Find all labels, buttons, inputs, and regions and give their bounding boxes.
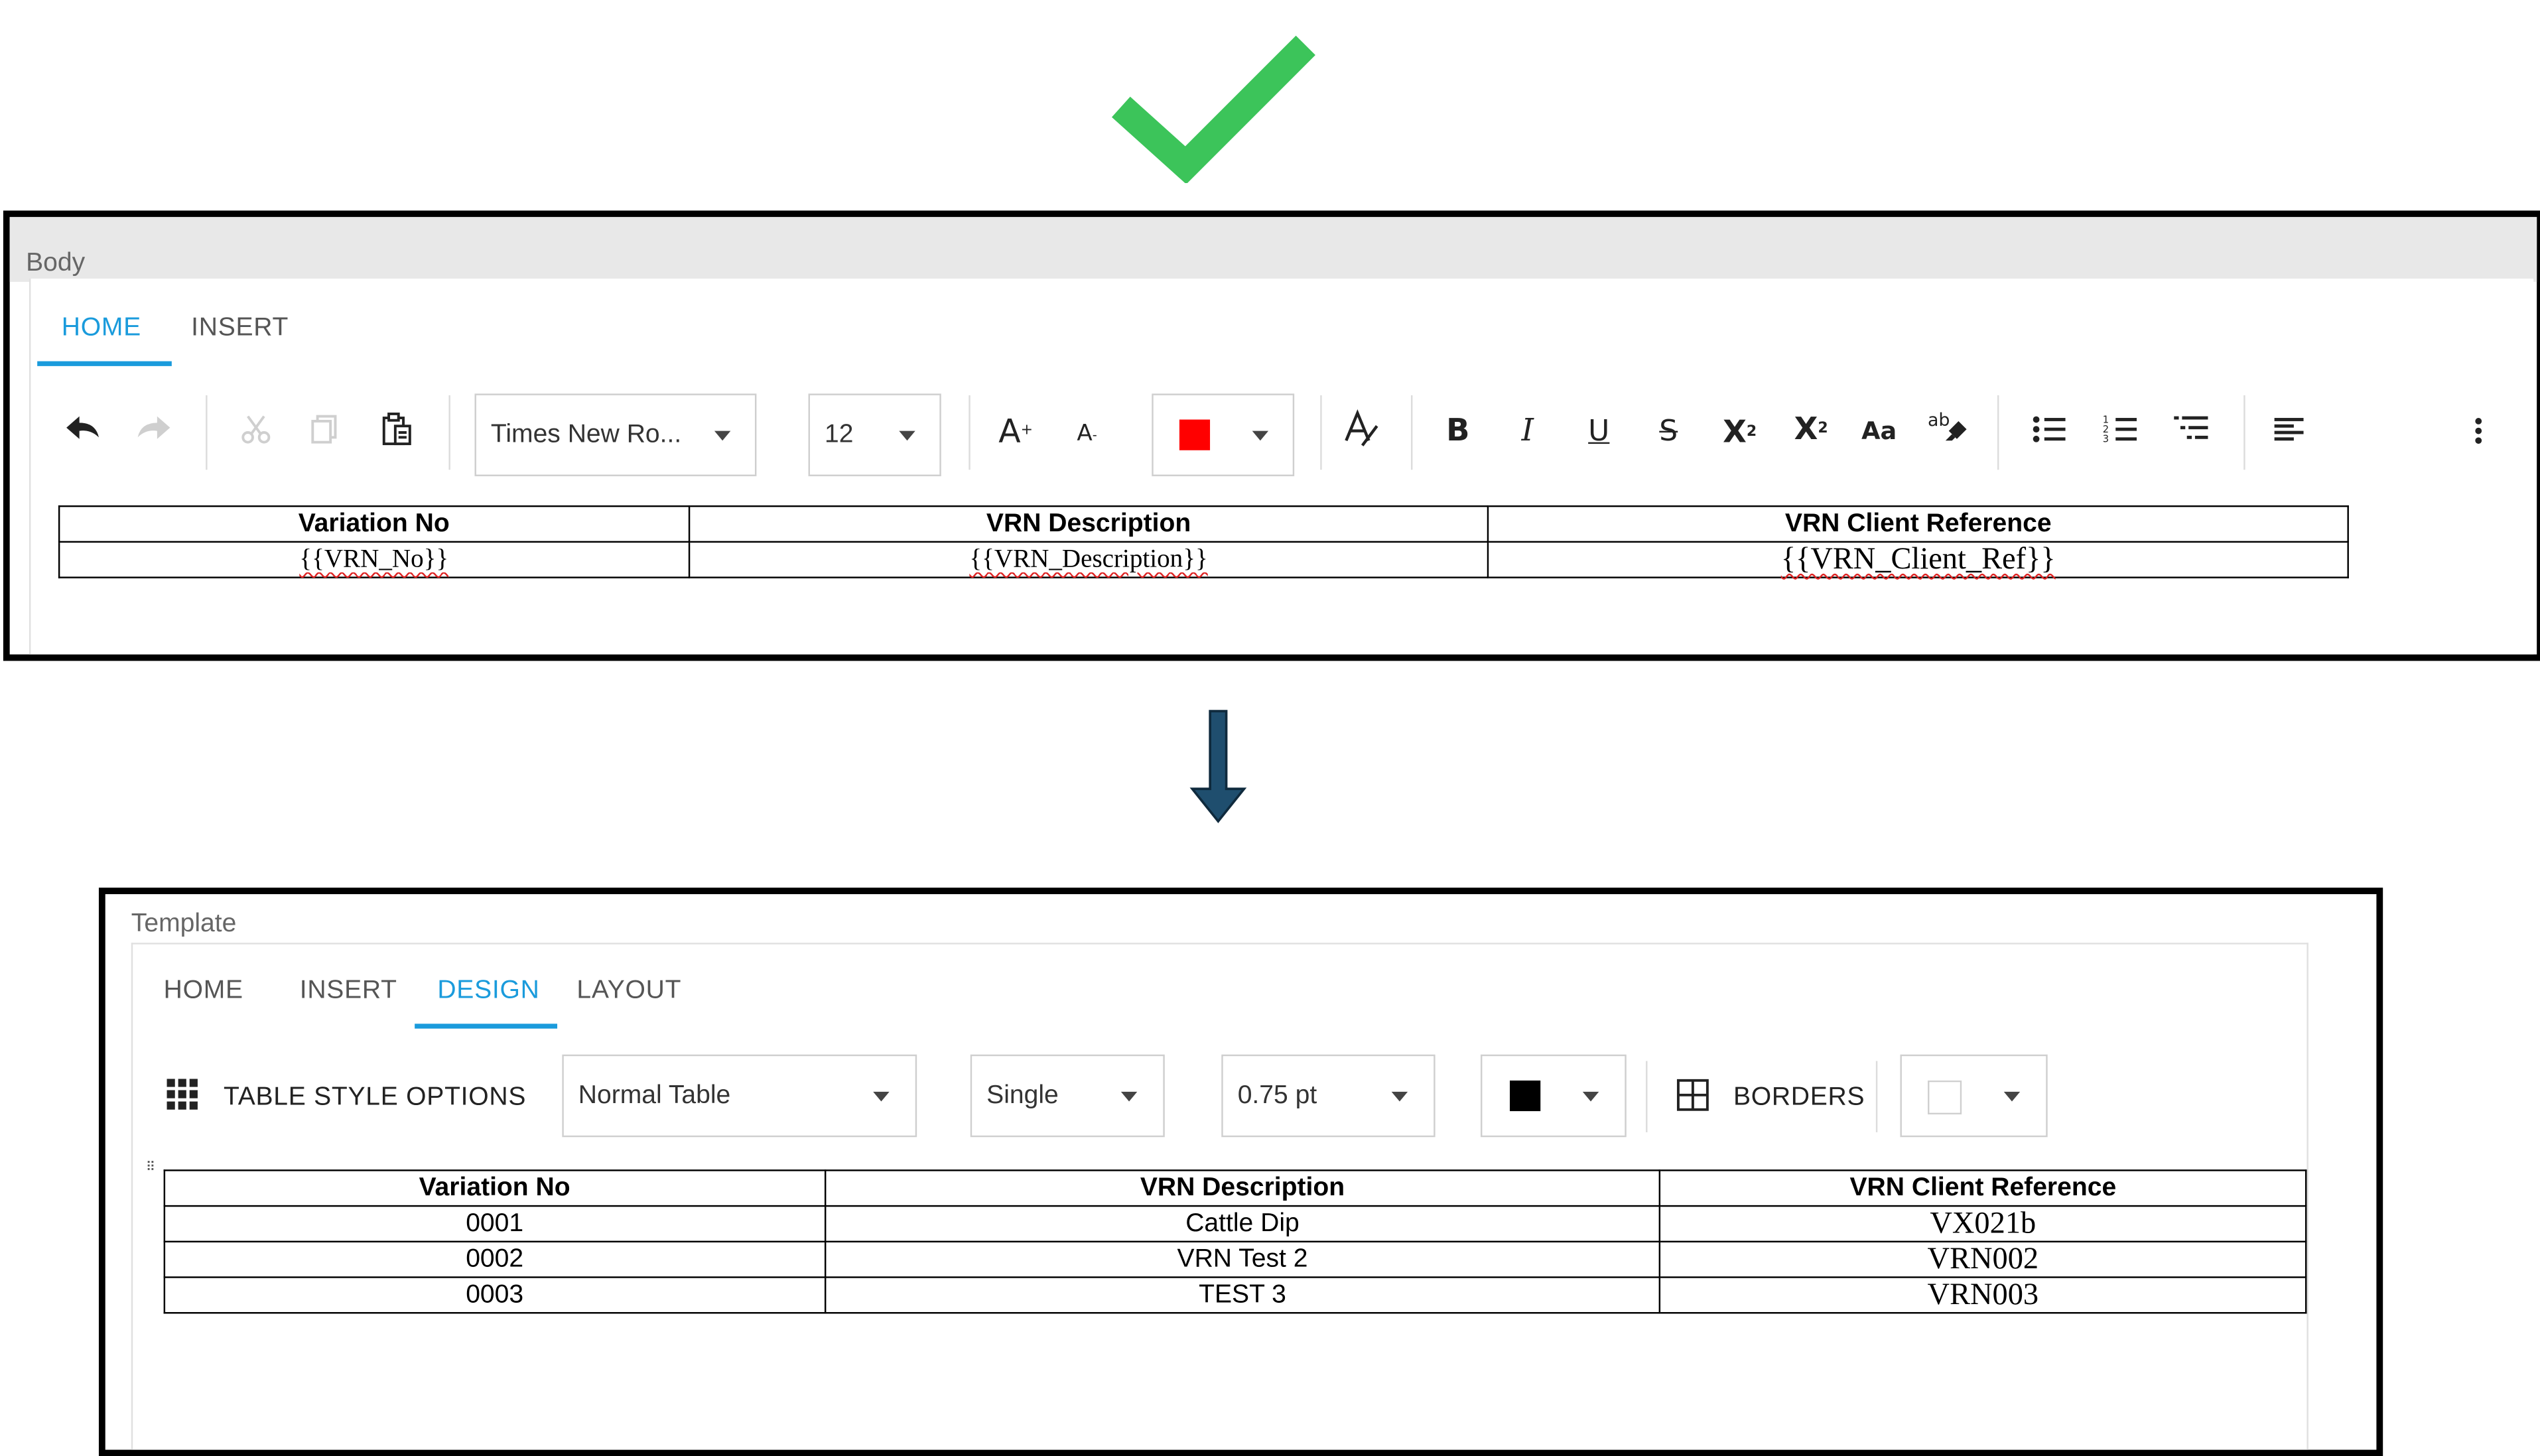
- table-row: 0002 VRN Test 2 VRN002: [163, 1240, 2307, 1278]
- redo-icon[interactable]: [135, 411, 174, 447]
- chevron-down-icon: [873, 1091, 890, 1101]
- table-style-value: Normal Table: [578, 1081, 731, 1109]
- border-width-select[interactable]: 0.75 pt: [1221, 1054, 1436, 1138]
- chevron-down-icon: [2003, 1091, 2021, 1101]
- table-header-cell[interactable]: VRN Client Reference: [1659, 1169, 2307, 1207]
- panel-header: [9, 217, 2537, 282]
- shading-color-swatch: [1927, 1080, 1962, 1115]
- font-color-swatch: [1179, 419, 1211, 450]
- border-width-value: 0.75 pt: [1237, 1081, 1317, 1109]
- table-header-cell[interactable]: VRN Description: [824, 1169, 1661, 1207]
- table-cell[interactable]: Cattle Dip: [824, 1205, 1661, 1243]
- svg-text:ab: ab: [1928, 410, 1950, 430]
- paste-icon[interactable]: [377, 410, 417, 449]
- highlight-icon[interactable]: ab: [1926, 408, 1972, 450]
- svg-text:3: 3: [2103, 434, 2109, 445]
- checkmark-icon: [1111, 35, 1315, 183]
- table-header-row: Variation No VRN Description VRN Client …: [58, 505, 2349, 543]
- strikethrough-icon[interactable]: S: [1650, 411, 1686, 450]
- border-color-picker[interactable]: [1480, 1054, 1627, 1138]
- change-case-icon[interactable]: Aa: [1858, 413, 1900, 449]
- shrink-font-icon[interactable]: A-: [1071, 418, 1103, 450]
- borders-icon[interactable]: [1675, 1077, 1711, 1113]
- border-color-swatch: [1509, 1080, 1541, 1112]
- table-header-cell[interactable]: VRN Client Reference: [1487, 505, 2349, 543]
- copy-icon[interactable]: [306, 411, 342, 447]
- panel-title: Template: [131, 910, 237, 938]
- table-cell[interactable]: {{VRN_Client_Ref}}: [1487, 541, 2349, 578]
- template-editor-panel: Template HOME INSERT DESIGN LAYOUT TABLE…: [98, 888, 2383, 1456]
- tab-insert[interactable]: INSERT: [300, 977, 397, 1006]
- border-style-value: Single: [986, 1081, 1059, 1109]
- document-table[interactable]: Variation No VRN Description VRN Client …: [58, 505, 2349, 578]
- chevron-down-icon: [714, 430, 731, 440]
- cut-icon[interactable]: [238, 411, 274, 447]
- chevron-down-icon: [1582, 1091, 1599, 1101]
- table-cell[interactable]: 0002: [163, 1240, 826, 1278]
- active-tab-indicator: [415, 1024, 558, 1029]
- table-cell[interactable]: {{VRN_No}}: [58, 541, 690, 578]
- table-header-row: Variation No VRN Description VRN Client …: [163, 1169, 2307, 1207]
- table-header-cell[interactable]: VRN Description: [688, 505, 1490, 543]
- chevron-down-icon: [1391, 1091, 1408, 1101]
- table-cell[interactable]: 0003: [163, 1276, 826, 1314]
- multilevel-list-icon[interactable]: [2172, 411, 2212, 447]
- table-cell[interactable]: 0001: [163, 1205, 826, 1243]
- table-row: {{VRN_No}} {{VRN_Description}} {{VRN_Cli…: [58, 541, 2349, 578]
- table-header-cell[interactable]: Variation No: [163, 1169, 826, 1207]
- table-cell[interactable]: VRN002: [1659, 1240, 2307, 1278]
- border-style-select[interactable]: Single: [970, 1054, 1165, 1138]
- table-cell[interactable]: VX021b: [1659, 1205, 2307, 1243]
- tab-design[interactable]: DESIGN: [437, 977, 539, 1006]
- more-options-icon[interactable]: [2467, 411, 2490, 450]
- borders-button[interactable]: BORDERS: [1733, 1084, 1865, 1113]
- table-style-options-button[interactable]: TABLE STYLE OPTIONS: [224, 1084, 526, 1113]
- font-family-select[interactable]: Times New Ro...: [474, 393, 757, 476]
- chevron-down-icon: [899, 430, 915, 440]
- table-cell[interactable]: TEST 3: [824, 1276, 1661, 1314]
- tab-layout[interactable]: LAYOUT: [576, 977, 681, 1006]
- align-left-icon[interactable]: [2273, 413, 2308, 446]
- undo-icon[interactable]: [63, 411, 102, 447]
- subscript-icon[interactable]: X2: [1719, 411, 1761, 453]
- superscript-icon[interactable]: X2: [1790, 408, 1832, 450]
- underline-icon[interactable]: U: [1581, 411, 1617, 450]
- table-row: 0003 TEST 3 VRN003: [163, 1276, 2307, 1314]
- font-family-value: Times New Ro...: [490, 420, 682, 448]
- tab-home[interactable]: HOME: [62, 314, 141, 344]
- document-editor: HOME INSERT Times New Ro... 12 A + A - B…: [29, 279, 2534, 655]
- body-editor-panel: Body HOME INSERT Times New Ro... 12 A + …: [3, 210, 2540, 661]
- document-editor: HOME INSERT DESIGN LAYOUT TABLE STYLE OP…: [131, 943, 2308, 1450]
- numbered-list-icon[interactable]: 123: [2101, 411, 2140, 447]
- table-cell[interactable]: VRN Test 2: [824, 1240, 1661, 1278]
- clear-formatting-icon[interactable]: [1340, 408, 1382, 450]
- table-cell[interactable]: VRN003: [1659, 1276, 2307, 1314]
- tab-home[interactable]: HOME: [164, 977, 243, 1006]
- grid-icon[interactable]: [165, 1077, 201, 1113]
- chevron-down-icon: [1120, 1091, 1138, 1101]
- bold-icon[interactable]: B: [1440, 411, 1476, 450]
- table-style-select[interactable]: Normal Table: [562, 1054, 917, 1138]
- arrow-down-icon: [1189, 710, 1247, 824]
- font-size-select[interactable]: 12: [808, 393, 941, 476]
- template-table[interactable]: Variation No VRN Description VRN Client …: [163, 1169, 2307, 1314]
- tab-insert[interactable]: INSERT: [191, 314, 289, 344]
- chevron-down-icon: [1252, 430, 1269, 440]
- font-size-value: 12: [824, 420, 854, 448]
- table-move-handle-icon[interactable]: ⠿: [146, 1159, 155, 1174]
- panel-title: Body: [26, 249, 86, 277]
- table-row: 0001 Cattle Dip VX021b: [163, 1205, 2307, 1243]
- table-header-cell[interactable]: Variation No: [58, 505, 690, 543]
- font-color-picker[interactable]: [1152, 393, 1295, 476]
- grow-font-icon[interactable]: A +: [996, 411, 1036, 450]
- active-tab-indicator: [37, 361, 172, 366]
- italic-icon[interactable]: I: [1510, 411, 1546, 450]
- bullet-list-icon[interactable]: [2030, 411, 2069, 447]
- shading-color-picker[interactable]: [1900, 1054, 2048, 1138]
- table-cell[interactable]: {{VRN_Description}}: [688, 541, 1490, 578]
